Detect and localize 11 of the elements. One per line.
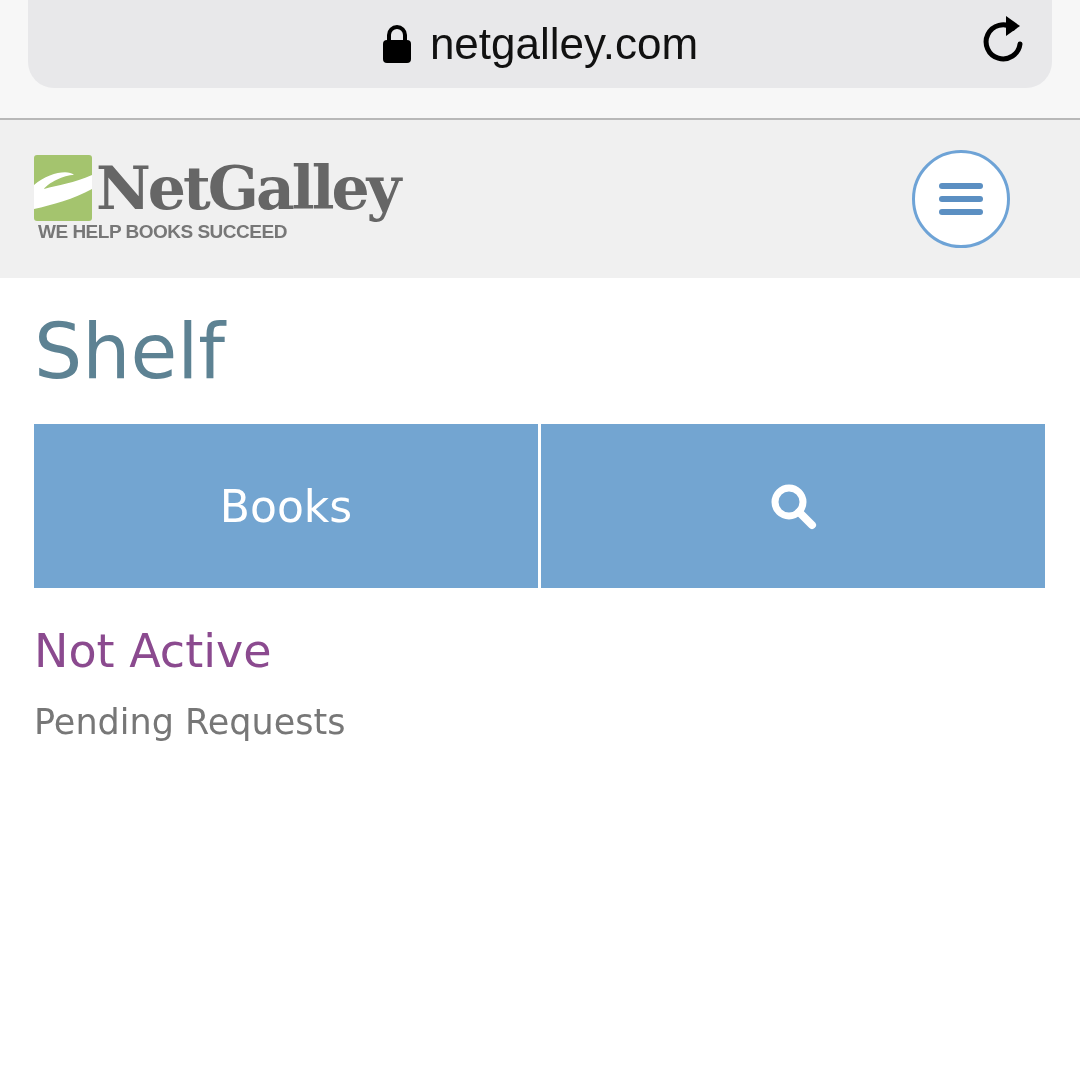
page-title: Shelf — [34, 314, 228, 390]
logo-icon — [34, 155, 92, 221]
shelf-link[interactable]: Pending Requests — [34, 702, 346, 742]
lock-icon — [381, 25, 412, 63]
menu-icon — [939, 183, 983, 215]
books-tab[interactable]: Books — [34, 424, 538, 588]
url-text: netgalley.com — [429, 19, 699, 69]
address-field[interactable]: netgalley.com — [28, 0, 1052, 88]
search-icon — [769, 482, 817, 530]
logo-tagline: WE HELP BOOKS SUCCEED — [38, 221, 287, 243]
section-heading: Not Active — [34, 624, 273, 678]
